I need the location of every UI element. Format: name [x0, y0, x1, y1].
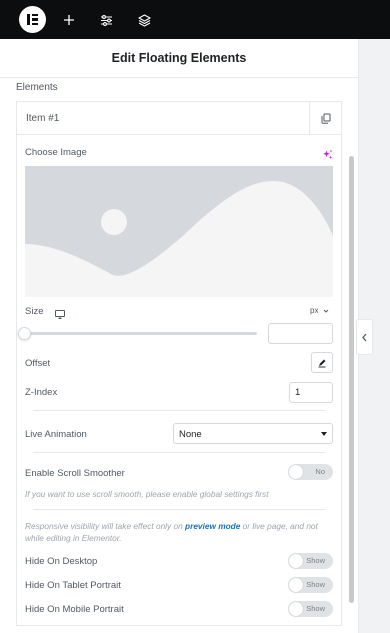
hide-tablet-label: Hide On Tablet Portrait: [25, 580, 121, 591]
scroll-smoother-label: Enable Scroll Smoother: [25, 468, 125, 479]
chevron-down-icon: [323, 309, 329, 313]
pencil-icon: [318, 359, 326, 367]
toggle-text: Show: [306, 580, 325, 589]
panel-header: Edit Floating Elements: [0, 39, 358, 78]
divider: [33, 410, 325, 411]
copy-icon: [321, 113, 330, 124]
toggle-knob: [289, 554, 303, 568]
repeater-item-header[interactable]: Item #1: [17, 102, 341, 135]
collapse-panel-button[interactable]: [356, 319, 373, 355]
live-animation-value: None: [179, 429, 202, 440]
offset-label: Offset: [25, 358, 51, 369]
image-placeholder[interactable]: [25, 166, 333, 297]
toggle-knob: [289, 578, 303, 592]
divider: [33, 509, 325, 510]
zindex-label: Z-Index: [25, 387, 58, 398]
preview-mode-link[interactable]: preview mode: [185, 521, 240, 531]
duplicate-button[interactable]: [309, 102, 341, 134]
unit-selector[interactable]: px: [310, 306, 329, 315]
size-label: Size: [25, 306, 44, 317]
section-label: Elements: [16, 82, 58, 93]
hide-tablet-toggle[interactable]: Show: [288, 577, 333, 593]
scroll-smoother-toggle[interactable]: No: [288, 464, 333, 480]
toggle-text: Show: [306, 556, 325, 565]
toggle-text: No: [315, 467, 325, 476]
size-input[interactable]: [268, 323, 333, 344]
hide-mobile-toggle[interactable]: Show: [288, 601, 333, 617]
size-slider-track[interactable]: [25, 332, 257, 335]
caret-down-icon: [321, 432, 327, 436]
divider: [33, 452, 325, 453]
top-toolbar: [0, 0, 390, 39]
desktop-icon[interactable]: [55, 306, 65, 319]
elementor-logo-icon[interactable]: [19, 6, 46, 33]
sparkle-icon[interactable]: [322, 147, 333, 159]
offset-edit-button[interactable]: [311, 352, 333, 373]
live-animation-select[interactable]: None: [173, 423, 333, 444]
hide-mobile-label: Hide On Mobile Portrait: [25, 604, 124, 615]
size-slider-handle[interactable]: [18, 327, 31, 340]
choose-image-label: Choose Image: [25, 147, 87, 158]
chevron-left-icon: [362, 333, 367, 341]
repeater-item-title[interactable]: Item #1: [26, 113, 59, 124]
hide-desktop-label: Hide On Desktop: [25, 556, 98, 567]
layers-icon[interactable]: [134, 10, 154, 30]
image-placeholder-icon: [25, 166, 333, 297]
sliders-icon[interactable]: [96, 10, 116, 30]
toggle-knob: [289, 602, 303, 616]
hide-desktop-toggle[interactable]: Show: [288, 553, 333, 569]
scroll-smoother-hint: If you want to use scroll smooth, please…: [25, 489, 269, 499]
toggle-knob: [289, 465, 303, 479]
plus-icon[interactable]: [59, 10, 79, 30]
panel-scrollbar[interactable]: [349, 156, 354, 603]
unit-label: px: [310, 306, 319, 315]
zindex-input[interactable]: [289, 382, 333, 403]
toggle-text: Show: [306, 604, 325, 613]
visibility-hint: Responsive visibility will take effect o…: [25, 521, 337, 544]
live-animation-label: Live Animation: [25, 429, 87, 440]
page-title: Edit Floating Elements: [111, 51, 247, 65]
hint-text: Responsive visibility will take effect o…: [25, 521, 186, 531]
